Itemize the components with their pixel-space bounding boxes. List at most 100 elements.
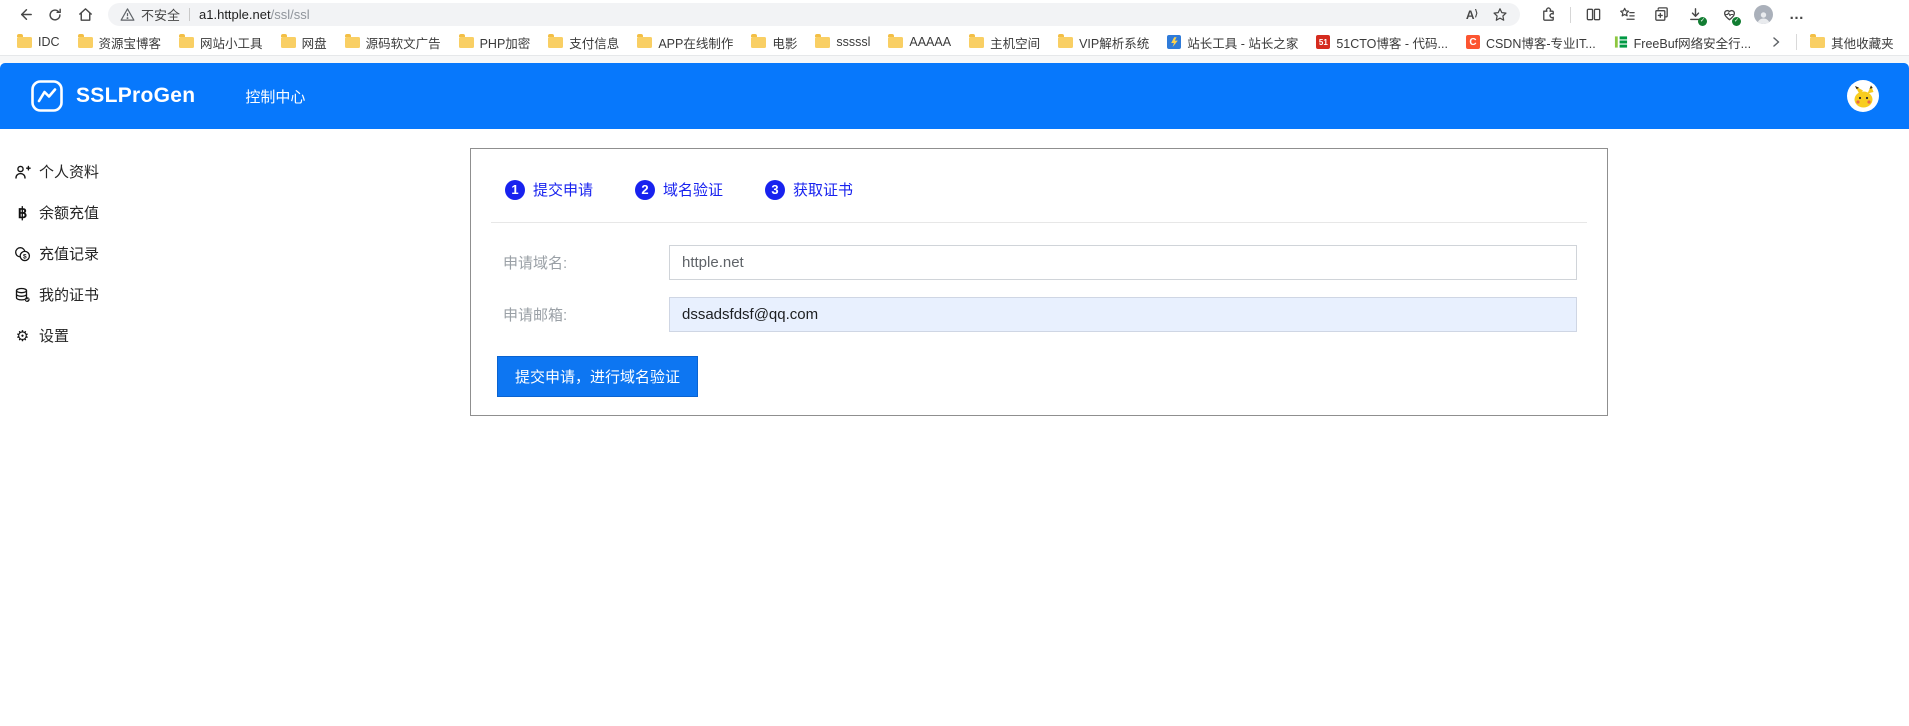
- refresh-icon: [47, 7, 63, 23]
- other-favorites-label: 其他收藏夹: [1831, 33, 1894, 52]
- ssl-apply-card: 1 提交申请 2 域名验证 3 获取证书 申请域名: 申请邮箱:: [470, 148, 1608, 416]
- address-divider: [189, 8, 190, 21]
- submit-application-button[interactable]: 提交申请，进行域名验证: [497, 356, 698, 397]
- folder-icon: [548, 37, 563, 48]
- more-options-icon[interactable]: …: [1783, 2, 1811, 28]
- collections-icon[interactable]: [1647, 2, 1675, 28]
- bookmark-webtools[interactable]: 网站小工具: [170, 30, 272, 55]
- toolbar-divider: [1570, 7, 1571, 23]
- toolbar-right: ✓ ✓ …: [1534, 2, 1811, 28]
- read-aloud-icon[interactable]: A⟩: [1466, 8, 1478, 22]
- other-favorites[interactable]: 其他收藏夹: [1801, 30, 1903, 55]
- bookmark-label: 51CTO博客 - 代码...: [1336, 33, 1448, 52]
- folder-icon: [345, 37, 360, 48]
- folder-icon: [888, 37, 903, 48]
- nav-control-center[interactable]: 控制中心: [245, 86, 305, 107]
- back-icon: [17, 6, 34, 23]
- step-get-certificate[interactable]: 3 获取证书: [765, 179, 853, 200]
- step-number-badge: 3: [765, 180, 785, 200]
- bitcoin-icon: ฿: [14, 204, 31, 222]
- pikachu-avatar-image: [1850, 83, 1876, 109]
- step-number-badge: 2: [635, 180, 655, 200]
- folder-icon: [459, 37, 474, 48]
- bookmark-label: APP在线制作: [658, 33, 733, 52]
- sidebar-item-label: 我的证书: [39, 284, 99, 305]
- bookmark-label: 电影: [772, 33, 797, 52]
- browser-essentials-icon[interactable]: ✓: [1715, 2, 1743, 28]
- gear-icon: ⚙: [14, 327, 31, 345]
- bookmark-payment-info[interactable]: 支付信息: [539, 30, 628, 55]
- sidebar-item-profile[interactable]: 个人资料: [0, 151, 143, 192]
- brand-name: SSLProGen: [76, 84, 195, 108]
- bookmark-label: FreeBuf网络安全行...: [1634, 33, 1751, 52]
- csdn-favicon: C: [1466, 35, 1480, 49]
- email-label: 申请邮箱:: [491, 304, 669, 325]
- url-path: /ssl/ssl: [271, 7, 310, 22]
- bookmark-csdn[interactable]: CCSDN博客-专业IT...: [1457, 30, 1605, 55]
- email-form-row: 申请邮箱:: [491, 297, 1587, 332]
- security-label: 不安全: [141, 5, 180, 24]
- bookmarks-overflow-chevron[interactable]: [1760, 36, 1792, 48]
- sidebar: 个人资料 ฿ 余额充值 $ 充值记录 我的证书 ⚙ 设置: [0, 129, 143, 386]
- home-icon: [77, 6, 94, 23]
- brand[interactable]: SSLProGen: [30, 79, 195, 113]
- bookmark-label: 网站小工具: [200, 33, 263, 52]
- wizard-steps: 1 提交申请 2 域名验证 3 获取证书: [491, 169, 1587, 222]
- svg-text:$: $: [23, 253, 27, 260]
- refresh-button[interactable]: [40, 2, 70, 28]
- user-avatar[interactable]: [1847, 80, 1879, 112]
- bookmark-php-encrypt[interactable]: PHP加密: [450, 30, 540, 55]
- browser-toolbar: 不安全 a1.httple.net/ssl/ssl A⟩ ✓ ✓ …: [0, 0, 1909, 29]
- folder-icon: [17, 37, 32, 48]
- step-submit-application[interactable]: 1 提交申请: [505, 179, 593, 200]
- bookmark-host-space[interactable]: 主机空间: [960, 30, 1049, 55]
- extensions-icon[interactable]: [1534, 2, 1562, 28]
- folder-icon: [751, 37, 766, 48]
- bookmark-vip-parser[interactable]: VIP解析系统: [1049, 30, 1158, 55]
- bookmarks-right: 其他收藏夹: [1760, 30, 1903, 55]
- favorites-bar-icon[interactable]: [1613, 2, 1641, 28]
- freebuf-favicon: [1614, 35, 1628, 49]
- address-bar[interactable]: 不安全 a1.httple.net/ssl/ssl A⟩: [108, 3, 1520, 26]
- back-button[interactable]: [10, 2, 40, 28]
- bookmark-movies[interactable]: 电影: [742, 30, 806, 55]
- folder-icon: [969, 37, 984, 48]
- bookmark-chinaz[interactable]: 站长工具 - 站长之家: [1158, 30, 1307, 55]
- bookmark-51cto[interactable]: 5151CTO博客 - 代码...: [1307, 30, 1457, 55]
- bookmark-label: AAAAA: [909, 35, 951, 49]
- email-input[interactable]: [669, 297, 1577, 332]
- bookmark-app-maker[interactable]: APP在线制作: [628, 30, 742, 55]
- sidebar-item-settings[interactable]: ⚙ 设置: [0, 315, 143, 356]
- split-screen-icon[interactable]: [1579, 2, 1607, 28]
- card-divider: [491, 222, 1587, 223]
- folder-icon: [637, 37, 652, 48]
- sidebar-item-recharge-history[interactable]: $ 充值记录: [0, 233, 143, 274]
- sidebar-item-label: 个人资料: [39, 161, 99, 182]
- bookmark-label: 源码软文广告: [366, 33, 441, 52]
- bookmark-label: 站长工具 - 站长之家: [1187, 33, 1298, 52]
- sidebar-item-label: 充值记录: [39, 243, 99, 264]
- bookmark-sssssl[interactable]: sssssl: [806, 32, 879, 52]
- sidebar-item-my-certificates[interactable]: 我的证书: [0, 274, 143, 315]
- downloads-icon[interactable]: ✓: [1681, 2, 1709, 28]
- bookmark-netdisk[interactable]: 网盘: [272, 30, 336, 55]
- bookmark-ziyuanbao[interactable]: 资源宝博客: [69, 30, 171, 55]
- bookmark-freebuf[interactable]: FreeBuf网络安全行...: [1605, 30, 1760, 55]
- bookmark-label: 网盘: [302, 33, 327, 52]
- step-domain-verification[interactable]: 2 域名验证: [635, 179, 723, 200]
- profile-avatar[interactable]: [1749, 2, 1777, 28]
- domain-input[interactable]: [669, 245, 1577, 280]
- url-host: a1.httple.net: [199, 7, 271, 22]
- favorite-star-icon[interactable]: [1492, 7, 1508, 23]
- step-label: 域名验证: [663, 179, 723, 200]
- step-label: 获取证书: [793, 179, 853, 200]
- sidebar-item-recharge[interactable]: ฿ 余额充值: [0, 192, 143, 233]
- bookmark-source-ads[interactable]: 源码软文广告: [336, 30, 450, 55]
- folder-icon: [1058, 37, 1073, 48]
- bookmark-aaaaa[interactable]: AAAAA: [879, 32, 960, 52]
- folder-icon: [1810, 37, 1825, 48]
- domain-form-row: 申请域名:: [491, 245, 1587, 280]
- bookmark-label: 支付信息: [569, 33, 619, 52]
- home-button[interactable]: [70, 2, 100, 28]
- bookmark-idc[interactable]: IDC: [8, 32, 69, 52]
